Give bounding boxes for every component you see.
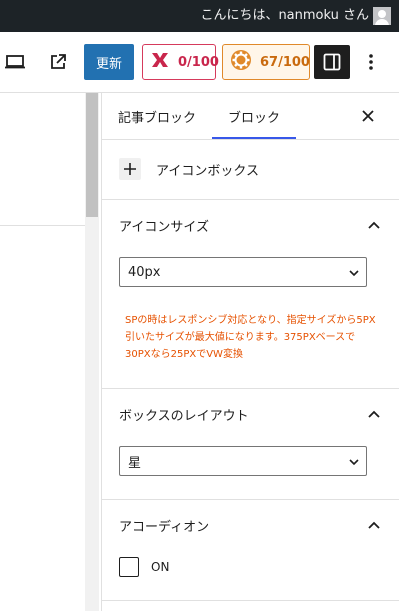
- chevron-up-icon[interactable]: [367, 518, 381, 532]
- readability-score-value: 67/100: [260, 54, 310, 70]
- update-button[interactable]: 更新: [84, 44, 134, 80]
- readability-score-button[interactable]: 67/100: [222, 44, 310, 80]
- chevron-up-icon[interactable]: [367, 218, 381, 232]
- panel-title-box-layout[interactable]: ボックスのレイアウト: [119, 405, 249, 424]
- icon-size-select[interactable]: 40px: [119, 257, 367, 287]
- seo-score-value: 0/100: [178, 54, 219, 70]
- sidebar-toggle-button[interactable]: [314, 45, 350, 79]
- close-icon[interactable]: [357, 105, 379, 127]
- settings-sidebar: 記事ブロック ブロック アイコンボックス アイコンサイズ 40px SPの時はレ…: [101, 93, 399, 611]
- icon-size-note: SPの時はレスポンシブ対応となり、指定サイズから5PX引いたサイズが最大値になり…: [125, 315, 376, 360]
- box-layout-value: 星: [128, 455, 142, 471]
- block-name: アイコンボックス: [156, 163, 259, 179]
- divider: [102, 499, 399, 500]
- panel-title-icon-size[interactable]: アイコンサイズ: [119, 216, 209, 235]
- plus-icon: [119, 158, 141, 180]
- chevron-up-icon[interactable]: [367, 407, 381, 421]
- laptop-icon[interactable]: [3, 50, 27, 74]
- avatar[interactable]: [373, 7, 391, 25]
- divider: [102, 199, 399, 200]
- seo-score-button[interactable]: 0/100: [142, 44, 219, 80]
- divider: [102, 139, 399, 140]
- editor-toolbar: 更新 0/100 67/100: [0, 32, 399, 93]
- external-link-icon[interactable]: [46, 50, 70, 74]
- seo-score-icon: [150, 50, 170, 74]
- icon-size-value: 40px: [128, 264, 161, 280]
- admin-bar: こんにちは、nanmoku さん: [0, 0, 399, 32]
- divider: [102, 388, 399, 389]
- tab-post-block[interactable]: 記事ブロック: [118, 93, 196, 139]
- chevron-down-icon: [349, 270, 359, 277]
- accordion-checkbox-label[interactable]: ON: [151, 560, 169, 574]
- block-card: アイコンボックス: [119, 158, 259, 180]
- more-vertical-icon[interactable]: [360, 50, 382, 74]
- divider: [102, 600, 399, 601]
- canvas-scrollbar[interactable]: [85, 93, 99, 611]
- sidebar-toggle-icon: [323, 53, 341, 71]
- box-layout-select[interactable]: 星: [119, 446, 367, 476]
- tab-block[interactable]: ブロック: [212, 93, 296, 139]
- editor-canvas[interactable]: [0, 225, 85, 611]
- accordion-checkbox[interactable]: [119, 557, 139, 577]
- scrollbar-thumb[interactable]: [86, 93, 98, 217]
- panel-title-accordion[interactable]: アコーディオン: [119, 516, 209, 535]
- accordion-toggle-row: ON: [119, 557, 169, 577]
- gear-score-icon: [230, 49, 252, 75]
- chevron-down-icon: [349, 459, 359, 466]
- admin-greeting[interactable]: こんにちは、nanmoku さん: [200, 8, 369, 24]
